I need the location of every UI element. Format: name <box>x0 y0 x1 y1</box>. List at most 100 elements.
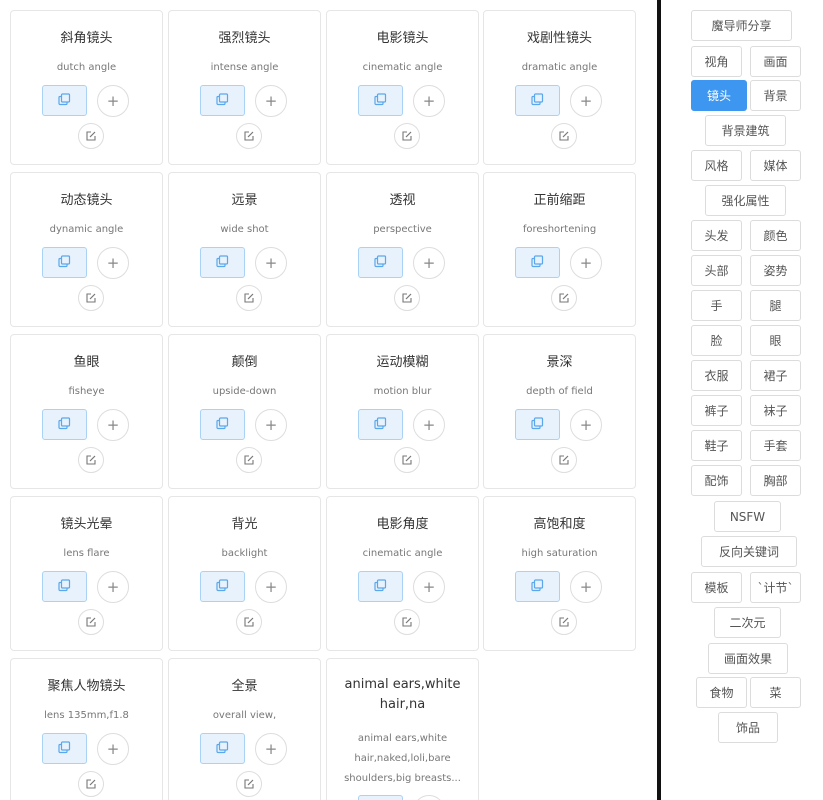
copy-button[interactable] <box>358 409 403 440</box>
copy-button[interactable] <box>358 795 403 800</box>
copy-button[interactable] <box>42 409 87 440</box>
copy-button[interactable] <box>200 409 245 440</box>
category-tag[interactable]: 胸部 <box>750 465 801 496</box>
category-tag[interactable]: 鞋子 <box>691 430 742 461</box>
category-tag[interactable]: 背景 <box>750 80 801 111</box>
category-tag[interactable]: 菜 <box>750 677 801 708</box>
add-button[interactable]: + <box>570 409 602 441</box>
add-button[interactable]: + <box>255 247 287 279</box>
edit-button[interactable] <box>78 123 104 149</box>
copy-button[interactable] <box>42 85 87 116</box>
edit-button[interactable] <box>394 285 420 311</box>
category-tag[interactable]: 手套 <box>750 430 801 461</box>
category-tag[interactable]: 腿 <box>750 290 801 321</box>
add-button[interactable]: + <box>97 247 129 279</box>
edit-button[interactable] <box>78 285 104 311</box>
add-button[interactable]: + <box>413 247 445 279</box>
add-button[interactable]: + <box>97 409 129 441</box>
category-tag[interactable]: `计节` <box>750 572 801 603</box>
add-button[interactable]: + <box>413 85 445 117</box>
copy-button[interactable] <box>515 571 560 602</box>
edit-button[interactable] <box>551 285 577 311</box>
category-tag[interactable]: 姿势 <box>750 255 801 286</box>
category-tag[interactable]: 食物 <box>696 677 747 708</box>
edit-button[interactable] <box>394 123 420 149</box>
add-button[interactable]: + <box>255 85 287 117</box>
copy-icon <box>531 253 544 272</box>
copy-button[interactable] <box>515 85 560 116</box>
add-button[interactable]: + <box>413 409 445 441</box>
edit-button[interactable] <box>236 771 262 797</box>
category-tag[interactable]: 背景建筑 <box>705 115 786 146</box>
add-button[interactable]: + <box>570 85 602 117</box>
copy-icon <box>216 91 229 110</box>
category-tag[interactable]: 眼 <box>750 325 801 356</box>
add-button[interactable]: + <box>413 795 445 800</box>
category-tag[interactable]: 头部 <box>691 255 742 286</box>
copy-button[interactable] <box>200 571 245 602</box>
add-button[interactable]: + <box>255 409 287 441</box>
edit-button[interactable] <box>236 609 262 635</box>
edit-button[interactable] <box>78 447 104 473</box>
add-button[interactable]: + <box>97 85 129 117</box>
copy-button[interactable] <box>358 247 403 278</box>
category-tag[interactable]: 画面效果 <box>708 643 788 674</box>
category-tag[interactable]: 头发 <box>691 220 742 251</box>
category-tag[interactable]: 手 <box>691 290 742 321</box>
copy-button[interactable] <box>515 247 560 278</box>
category-tag[interactable]: 模板 <box>691 572 742 603</box>
category-tag[interactable]: 视角 <box>691 46 742 77</box>
category-tag[interactable]: 脸 <box>691 325 742 356</box>
category-tag[interactable]: 袜子 <box>750 395 801 426</box>
category-tag[interactable]: 媒体 <box>750 150 801 181</box>
copy-button[interactable] <box>358 571 403 602</box>
prompt-card: 远景 wide shot + <box>168 172 321 327</box>
edit-button[interactable] <box>551 123 577 149</box>
prompt-card-title: 电影角度 <box>376 517 429 532</box>
add-button[interactable]: + <box>255 571 287 603</box>
category-tag[interactable]: 配饰 <box>691 465 742 496</box>
edit-button[interactable] <box>78 771 104 797</box>
prompt-card-title: 强烈镜头 <box>218 31 271 46</box>
category-tag[interactable]: 镜头 <box>691 80 747 111</box>
category-tag[interactable]: 强化属性 <box>705 185 786 216</box>
add-button[interactable]: + <box>97 733 129 765</box>
edit-button[interactable] <box>236 285 262 311</box>
copy-button[interactable] <box>200 247 245 278</box>
edit-button[interactable] <box>78 609 104 635</box>
category-tag[interactable]: 饰品 <box>718 712 778 743</box>
edit-button[interactable] <box>394 609 420 635</box>
copy-button[interactable] <box>42 247 87 278</box>
copy-button[interactable] <box>42 571 87 602</box>
category-tag[interactable]: 魔导师分享 <box>691 10 792 41</box>
add-button[interactable]: + <box>255 733 287 765</box>
edit-icon <box>85 289 97 308</box>
add-button[interactable]: + <box>97 571 129 603</box>
edit-button[interactable] <box>551 609 577 635</box>
category-tag[interactable]: 风格 <box>691 150 742 181</box>
edit-button[interactable] <box>394 447 420 473</box>
add-button[interactable]: + <box>570 571 602 603</box>
edit-button[interactable] <box>236 447 262 473</box>
category-tag[interactable]: 颜色 <box>750 220 801 251</box>
prompt-card-title: 电影镜头 <box>376 31 429 46</box>
prompt-card-title: 动态镜头 <box>60 193 113 208</box>
copy-button[interactable] <box>200 85 245 116</box>
add-button[interactable]: + <box>570 247 602 279</box>
category-tag[interactable]: 裙子 <box>750 360 801 391</box>
copy-button[interactable] <box>42 733 87 764</box>
category-tag[interactable]: 裤子 <box>691 395 742 426</box>
add-button[interactable]: + <box>413 571 445 603</box>
edit-button[interactable] <box>551 447 577 473</box>
edit-icon <box>401 127 413 146</box>
category-tag[interactable]: 衣服 <box>691 360 742 391</box>
edit-icon <box>243 613 255 632</box>
category-tag[interactable]: 画面 <box>750 46 801 77</box>
category-tag[interactable]: 反向关键词 <box>701 536 797 567</box>
copy-button[interactable] <box>200 733 245 764</box>
copy-button[interactable] <box>358 85 403 116</box>
category-tag[interactable]: NSFW <box>714 501 781 532</box>
category-tag[interactable]: 二次元 <box>714 607 781 638</box>
copy-button[interactable] <box>515 409 560 440</box>
edit-button[interactable] <box>236 123 262 149</box>
